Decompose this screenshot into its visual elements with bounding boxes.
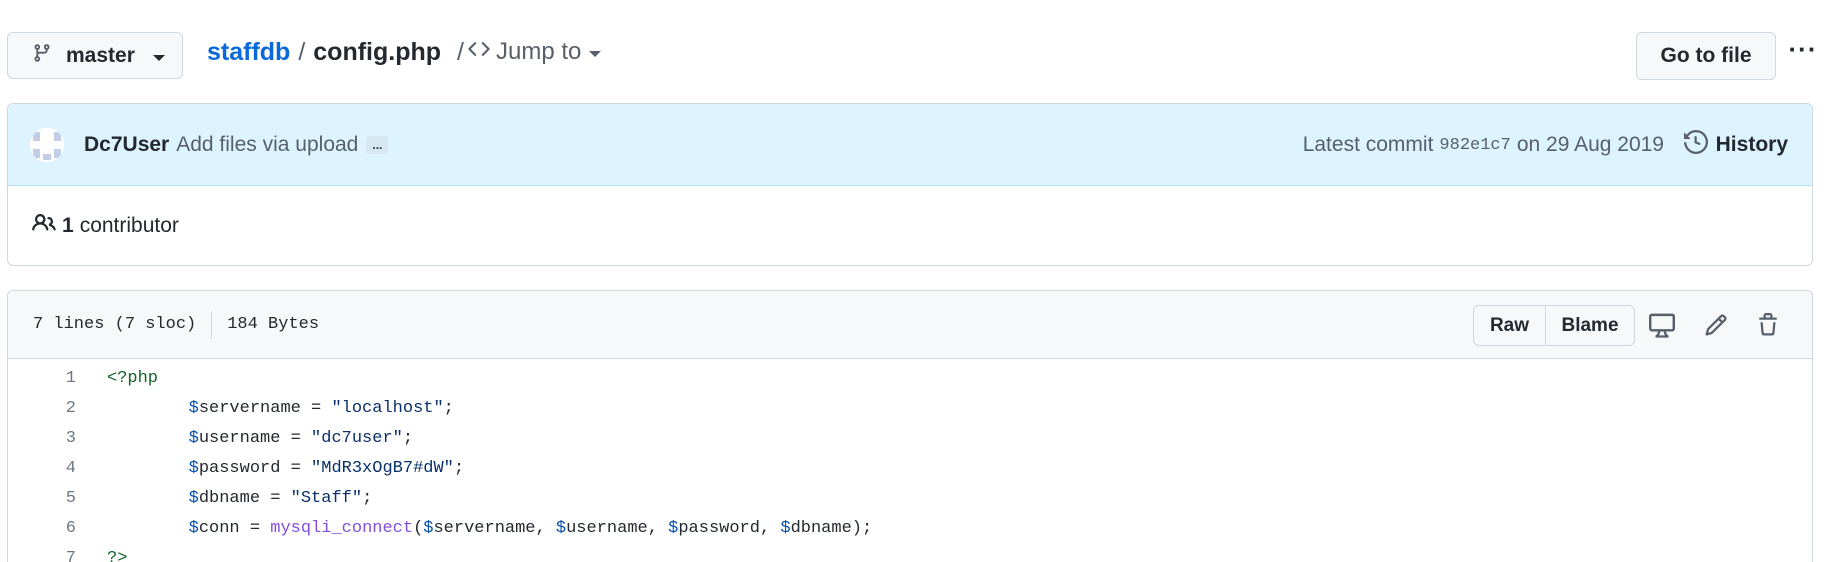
line-number[interactable]: 7 — [8, 549, 76, 562]
file-header: 7 lines (7 sloc) 184 Bytes Raw Blame — [8, 291, 1812, 359]
desktop-icon[interactable] — [1648, 311, 1676, 339]
breadcrumb: staffdb / config.php / Jump to — [207, 34, 602, 70]
breadcrumb-separator: / — [298, 37, 306, 66]
jump-to-label: Jump to — [495, 38, 582, 65]
line-number[interactable]: 6 — [8, 519, 76, 538]
git-branch-icon — [32, 42, 52, 70]
branch-label: master — [66, 43, 135, 67]
commit-sha-link[interactable]: 982e1c7 — [1439, 136, 1510, 155]
avatar[interactable] — [30, 127, 64, 162]
file-viewer: 7 lines (7 sloc) 184 Bytes Raw Blame 1 <?… — [7, 290, 1813, 562]
code-line: 7 ?> — [8, 543, 1812, 562]
code-icon — [468, 38, 490, 67]
expand-commit-message-button[interactable]: ... — [366, 135, 389, 154]
line-source: $servername = "localhost"; — [188, 398, 454, 418]
breadcrumb-file-name: config.php — [313, 37, 442, 66]
line-number[interactable]: 3 — [8, 429, 76, 448]
line-source: ?> — [107, 548, 128, 562]
code-line: 4 $password = "MdR3xOgB7#dW"; — [8, 453, 1812, 483]
blame-button[interactable]: Blame — [1546, 306, 1634, 345]
code-block: 1 <?php 2 $servername = "localhost"; 3 $use… — [8, 359, 1812, 562]
code-line: 1 <?php — [8, 363, 1812, 393]
contributors-row[interactable]: 1 contributor — [8, 186, 1812, 265]
line-number[interactable]: 1 — [8, 369, 76, 388]
latest-commit-label: Latest commit — [1302, 133, 1434, 156]
header-divider — [211, 310, 213, 339]
line-source: $username = "dc7user"; — [188, 428, 414, 448]
commit-meta: Latest commit 982e1c7 on 29 Aug 2019 — [1303, 104, 1664, 186]
contributor-label: contributor — [79, 214, 179, 237]
code-line: 3 $username = "dc7user"; — [8, 423, 1812, 453]
caret-down-icon — [589, 51, 602, 57]
trash-icon[interactable] — [1754, 311, 1782, 339]
line-number[interactable]: 5 — [8, 489, 76, 508]
history-label: History — [1715, 133, 1788, 156]
file-size: 184 Bytes — [227, 315, 320, 334]
commit-box: Dc7User Add files via upload ... Latest … — [7, 103, 1813, 266]
history-link[interactable]: History — [1683, 104, 1788, 186]
line-source: $password = "MdR3xOgB7#dW"; — [188, 458, 465, 478]
commit-message-link[interactable]: Add files via upload — [176, 133, 358, 157]
go-to-file-button[interactable]: Go to file — [1636, 32, 1776, 80]
line-source: $conn = mysqli_connect($servername, $use… — [188, 518, 873, 538]
jump-to-menu[interactable]: Jump to — [468, 38, 602, 67]
raw-blame-group: Raw Blame — [1473, 305, 1635, 346]
branch-selector-button[interactable]: master — [7, 32, 183, 79]
code-line: 6 $conn = mysqli_connect($servername, $u… — [8, 513, 1812, 543]
raw-button[interactable]: Raw — [1474, 306, 1546, 345]
line-number[interactable]: 4 — [8, 459, 76, 478]
line-source: <?php — [107, 368, 159, 388]
file-lines-info: 7 lines (7 sloc) — [33, 315, 197, 334]
line-number[interactable]: 2 — [8, 399, 76, 418]
latest-commit-row: Dc7User Add files via upload ... Latest … — [8, 104, 1812, 186]
caret-down-icon — [152, 54, 165, 61]
commit-author-link[interactable]: Dc7User — [84, 133, 169, 157]
code-line: 5 $dbname = "Staff"; — [8, 483, 1812, 513]
code-line: 2 $servername = "localhost"; — [8, 393, 1812, 423]
pencil-icon[interactable] — [1702, 311, 1730, 339]
line-source: $dbname = "Staff"; — [188, 488, 373, 508]
history-icon — [1683, 129, 1708, 160]
contributor-count: 1 — [62, 214, 74, 237]
more-options-icon[interactable]: ··· — [1786, 32, 1820, 66]
people-icon — [32, 211, 56, 241]
breadcrumb-repo-link[interactable]: staffdb — [207, 38, 290, 67]
jump-separator: / — [457, 37, 464, 66]
commit-date: on 29 Aug 2019 — [1516, 133, 1664, 156]
